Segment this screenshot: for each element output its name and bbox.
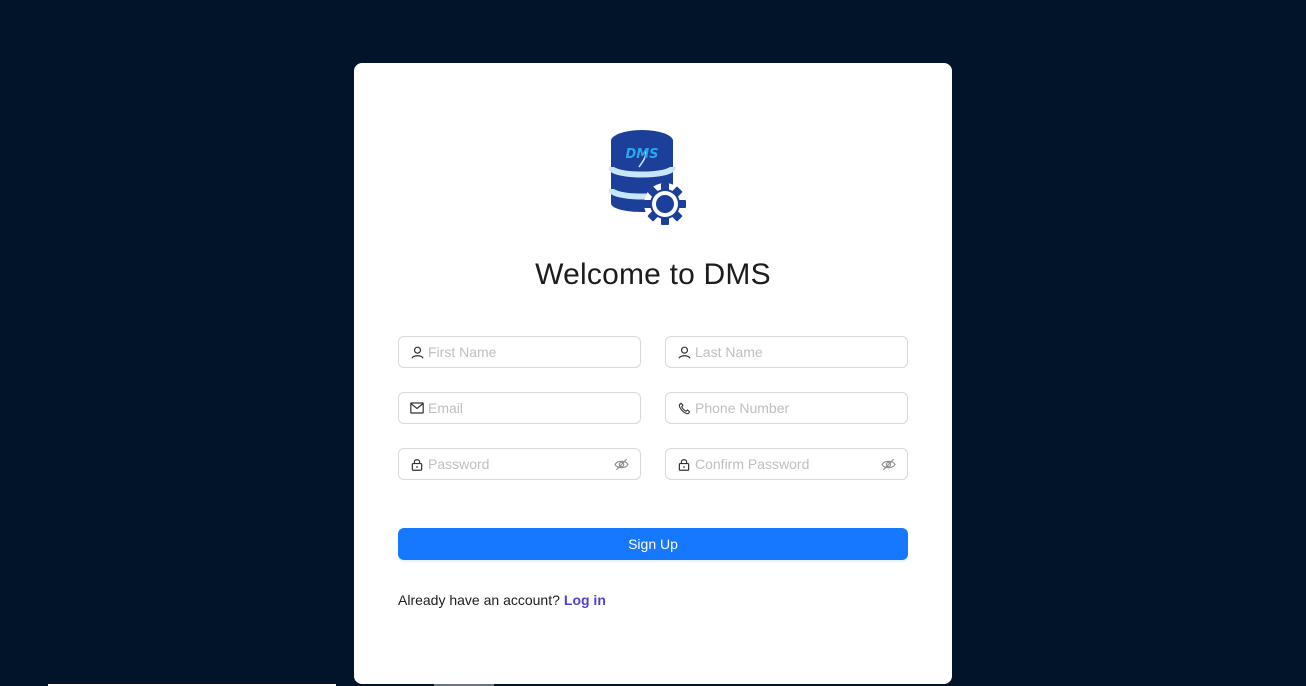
user-icon xyxy=(410,345,424,359)
login-link[interactable]: Log in xyxy=(564,592,606,608)
password-input[interactable] xyxy=(428,449,613,479)
eye-invisible-icon[interactable] xyxy=(880,456,896,472)
first-name-input[interactable] xyxy=(428,337,640,367)
page-title: Welcome to DMS xyxy=(535,258,771,291)
phone-field[interactable] xyxy=(665,392,908,424)
password-field[interactable] xyxy=(398,448,641,480)
login-prompt: Already have an account? Log in xyxy=(398,592,606,608)
email-input[interactable] xyxy=(428,393,640,423)
last-name-field[interactable] xyxy=(665,336,908,368)
phone-input[interactable] xyxy=(695,393,907,423)
mail-icon xyxy=(410,401,424,415)
first-name-field[interactable] xyxy=(398,336,641,368)
sign-up-button[interactable]: Sign Up xyxy=(398,528,908,560)
last-name-input[interactable] xyxy=(695,337,907,367)
login-prompt-text: Already have an account? xyxy=(398,592,560,608)
page-background: DMS Welcome to DMS First Name Last Name … xyxy=(0,0,1306,686)
svg-text:DMS: DMS xyxy=(625,147,658,162)
signup-card: DMS Welcome to DMS First Name Last Name … xyxy=(354,63,952,684)
dms-logo-icon: DMS xyxy=(609,130,686,225)
phone-icon xyxy=(677,401,691,415)
lock-icon xyxy=(410,457,424,471)
lock-icon xyxy=(677,457,691,471)
confirm-password-field[interactable] xyxy=(665,448,908,480)
email-field[interactable] xyxy=(398,392,641,424)
eye-invisible-icon[interactable] xyxy=(613,456,629,472)
user-icon xyxy=(677,345,691,359)
confirm-password-input[interactable] xyxy=(695,449,880,479)
